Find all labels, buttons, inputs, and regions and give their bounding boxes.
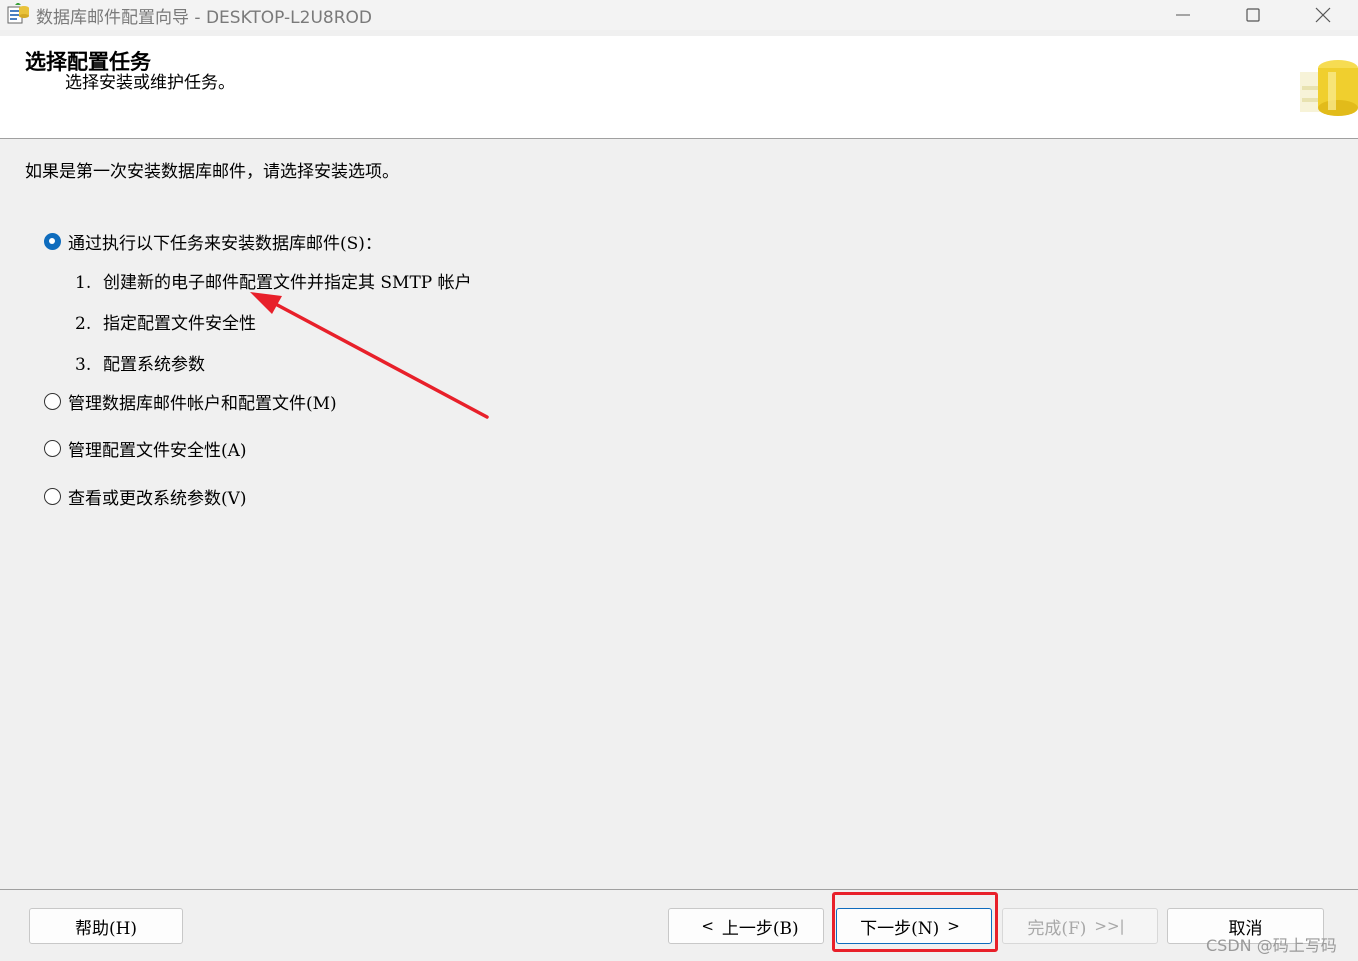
option-install-label[interactable]: 通过执行以下任务来安装数据库邮件(S)：	[68, 229, 382, 254]
skip-to-end-icon: >>|	[1094, 917, 1125, 935]
option-install-radio[interactable]: 通过执行以下任务来安装数据库邮件(S)：	[44, 229, 382, 254]
step-number: 3.	[75, 355, 92, 375]
step-number: 2.	[75, 314, 92, 334]
finish-button-label: 完成(F)	[1027, 918, 1087, 939]
back-button-label: 上一步(B)	[721, 918, 799, 939]
option-system-params-radio[interactable]: 查看或更改系统参数(V)	[44, 484, 247, 509]
minimize-icon	[1176, 14, 1190, 16]
radio-button[interactable]	[44, 439, 61, 457]
window-title: 数据库邮件配置向导 - DESKTOP-L2U8ROD	[36, 8, 372, 28]
help-button-label: 帮助(H)	[74, 918, 138, 939]
wizard-header: 选择配置任务 选择安装或维护任务。	[0, 36, 1358, 139]
help-button[interactable]: 帮助(H)	[29, 908, 183, 944]
back-button[interactable]: < 上一步(B)	[668, 908, 824, 944]
wizard-window: 数据库邮件配置向导 - DESKTOP-L2U8ROD 选择配置任务 选择安装或…	[0, 0, 1358, 961]
close-button[interactable]	[1288, 0, 1358, 30]
option-manage-accounts-label[interactable]: 管理数据库邮件帐户和配置文件(M)	[68, 389, 337, 414]
watermark: CSDN @码上写码	[1206, 936, 1337, 955]
step-text: 创建新的电子邮件配置文件并指定其 SMTP 帐户	[103, 273, 472, 293]
step-item: 1. 创建新的电子邮件配置文件并指定其 SMTP 帐户	[75, 268, 472, 293]
option-profile-security-label[interactable]: 管理配置文件安全性(A)	[68, 436, 247, 461]
close-icon	[1315, 7, 1331, 23]
database-mail-logo-icon	[1298, 58, 1358, 120]
step-item: 2. 指定配置文件安全性	[75, 309, 256, 334]
maximize-icon	[1246, 8, 1260, 22]
option-profile-security-radio[interactable]: 管理配置文件安全性(A)	[44, 436, 247, 461]
chevron-left-icon: <	[701, 917, 714, 935]
intro-text: 如果是第一次安装数据库邮件，请选择安装选项。	[25, 162, 399, 182]
next-button[interactable]: 下一步(N) >	[836, 908, 992, 944]
step-text: 指定配置文件安全性	[103, 314, 256, 334]
page-subtitle: 选择安装或维护任务。	[65, 73, 235, 93]
step-text: 配置系统参数	[103, 355, 205, 375]
minimize-button[interactable]	[1148, 0, 1218, 30]
radio-button[interactable]	[44, 487, 61, 505]
radio-button-selected[interactable]	[44, 232, 61, 250]
maximize-button[interactable]	[1218, 0, 1288, 30]
step-number: 1.	[75, 273, 92, 293]
finish-button[interactable]: 完成(F) >>|	[1002, 908, 1158, 944]
footer-divider	[0, 889, 1358, 890]
option-manage-accounts-radio[interactable]: 管理数据库邮件帐户和配置文件(M)	[44, 389, 337, 414]
database-mail-app-icon	[6, 2, 30, 25]
radio-button[interactable]	[44, 392, 61, 410]
next-button-label: 下一步(N)	[860, 918, 940, 939]
title-bar[interactable]: 数据库邮件配置向导 - DESKTOP-L2U8ROD	[0, 0, 1358, 30]
annotation-arrow	[250, 292, 489, 419]
step-item: 3. 配置系统参数	[75, 350, 205, 375]
chevron-right-icon: >	[947, 917, 960, 935]
option-system-params-label[interactable]: 查看或更改系统参数(V)	[68, 484, 247, 509]
